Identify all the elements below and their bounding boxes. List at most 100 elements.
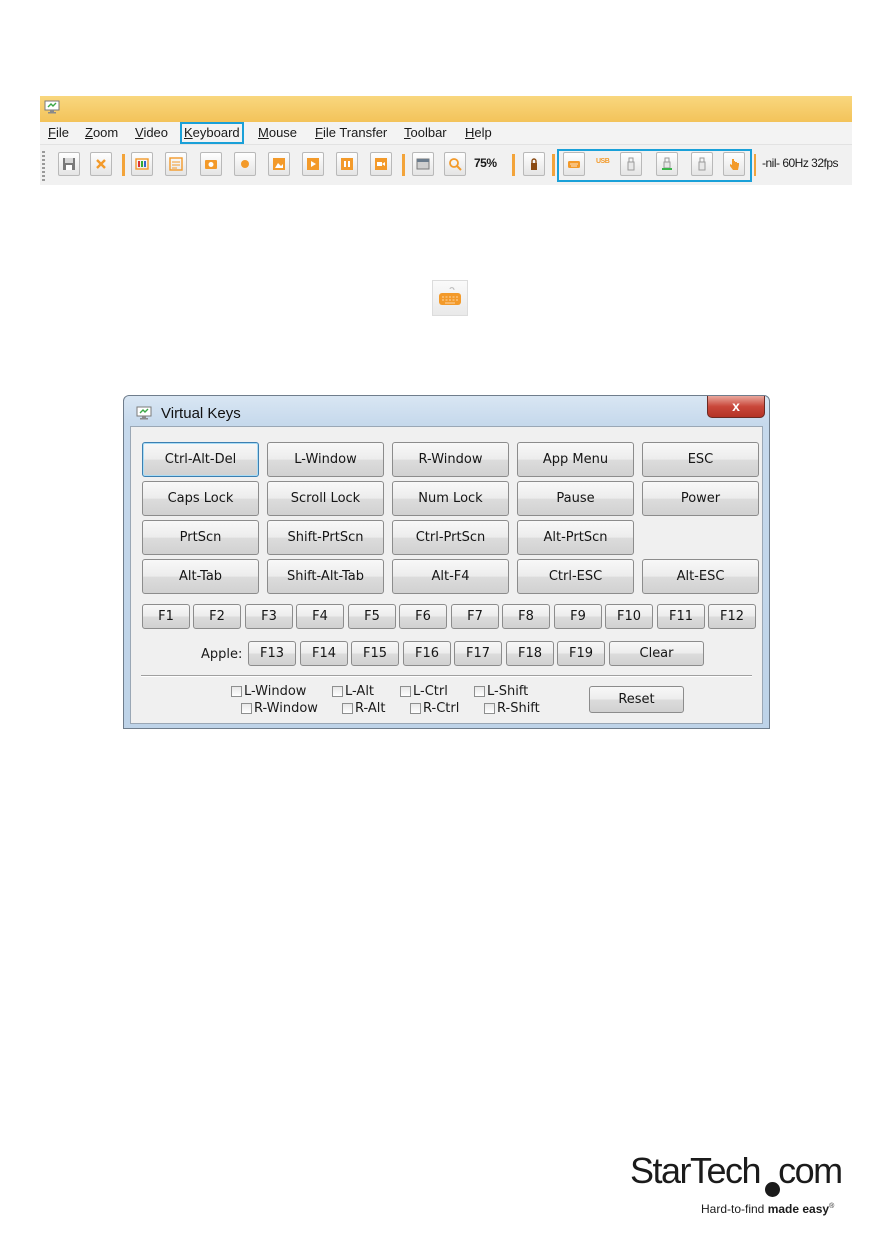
lock-icon xyxy=(531,158,537,170)
exit-toolbar-button[interactable] xyxy=(90,152,112,176)
key-alt-esc[interactable]: Alt-ESC xyxy=(642,559,759,594)
key-f4[interactable]: F4 xyxy=(296,604,344,629)
video-camera-icon xyxy=(375,158,387,170)
window-size-toolbar-button[interactable] xyxy=(412,152,434,176)
checkbox-r-window[interactable]: R-Window xyxy=(241,701,318,716)
checkbox-r-shift[interactable]: R-Shift xyxy=(484,701,540,716)
key-shift-prtscn[interactable]: Shift-PrtScn xyxy=(267,520,384,555)
window-icon xyxy=(416,158,430,170)
key-app-menu[interactable]: App Menu xyxy=(517,442,634,477)
checkbox-box[interactable] xyxy=(410,703,421,714)
camera-icon xyxy=(205,160,217,169)
lock-toolbar-button[interactable] xyxy=(523,152,545,176)
dialog-body: Ctrl-Alt-Del L-Window R-Window App Menu … xyxy=(130,426,763,724)
record-toolbar-button[interactable] xyxy=(234,152,256,176)
checkbox-l-shift[interactable]: L-Shift xyxy=(474,684,528,699)
key-f6[interactable]: F6 xyxy=(399,604,447,629)
toolbar-separator xyxy=(122,154,125,176)
menu-file[interactable]: File xyxy=(45,123,72,143)
key-alt-prtscn[interactable]: Alt-PrtScn xyxy=(517,520,634,555)
key-f2[interactable]: F2 xyxy=(193,604,241,629)
menu-bar: File Zoom Video Keyboard Mouse File Tran… xyxy=(40,122,852,144)
checkbox-box[interactable] xyxy=(342,703,353,714)
play-icon xyxy=(307,158,319,170)
divider xyxy=(141,675,752,677)
key-shift-alt-tab[interactable]: Shift-Alt-Tab xyxy=(267,559,384,594)
key-power[interactable]: Power xyxy=(642,481,759,516)
key-f3[interactable]: F3 xyxy=(245,604,293,629)
snapshot-toolbar-button[interactable] xyxy=(200,152,222,176)
key-pause[interactable]: Pause xyxy=(517,481,634,516)
video-record-toolbar-button[interactable] xyxy=(370,152,392,176)
menu-zoom[interactable]: Zoom xyxy=(82,123,121,143)
key-f9[interactable]: F9 xyxy=(554,604,602,629)
key-l-window[interactable]: L-Window xyxy=(267,442,384,477)
key-num-lock[interactable]: Num Lock xyxy=(392,481,509,516)
key-f8[interactable]: F8 xyxy=(502,604,550,629)
magnifier-icon xyxy=(449,158,462,171)
toolbar-highlight-box xyxy=(557,149,752,182)
key-ctrl-prtscn[interactable]: Ctrl-PrtScn xyxy=(392,520,509,555)
pause-toolbar-button[interactable] xyxy=(336,152,358,176)
key-clear[interactable]: Clear xyxy=(609,641,704,666)
checkbox-l-alt[interactable]: L-Alt xyxy=(332,684,374,699)
menu-video[interactable]: Video xyxy=(132,123,171,143)
key-f14[interactable]: F14 xyxy=(300,641,348,666)
key-r-window[interactable]: R-Window xyxy=(392,442,509,477)
key-f18[interactable]: F18 xyxy=(506,641,554,666)
menu-toolbar[interactable]: Toolbar xyxy=(401,123,450,143)
checkbox-box[interactable] xyxy=(241,703,252,714)
checkbox-box[interactable] xyxy=(484,703,495,714)
key-f19[interactable]: F19 xyxy=(557,641,605,666)
play-toolbar-button[interactable] xyxy=(302,152,324,176)
checkbox-box[interactable] xyxy=(400,686,411,697)
key-f13[interactable]: F13 xyxy=(248,641,296,666)
key-ctrl-alt-del[interactable]: Ctrl-Alt-Del xyxy=(142,442,259,477)
checkbox-box[interactable] xyxy=(231,686,242,697)
list-settings-icon xyxy=(169,157,183,171)
toolbar-separator xyxy=(402,154,405,176)
checkbox-r-ctrl[interactable]: R-Ctrl xyxy=(410,701,459,716)
key-prtscn[interactable]: PrtScn xyxy=(142,520,259,555)
key-f15[interactable]: F15 xyxy=(351,641,399,666)
key-f12[interactable]: F12 xyxy=(708,604,756,629)
checkbox-box[interactable] xyxy=(332,686,343,697)
key-caps-lock[interactable]: Caps Lock xyxy=(142,481,259,516)
virtual-keyboard-icon-button[interactable] xyxy=(432,280,468,316)
settings-list-toolbar-button[interactable] xyxy=(165,152,187,176)
key-f16[interactable]: F16 xyxy=(403,641,451,666)
close-button[interactable]: x xyxy=(707,396,765,418)
menu-file-transfer[interactable]: File Transfer xyxy=(312,123,390,143)
key-esc[interactable]: ESC xyxy=(642,442,759,477)
key-alt-tab[interactable]: Alt-Tab xyxy=(142,559,259,594)
checkbox-box[interactable] xyxy=(474,686,485,697)
checkbox-r-alt[interactable]: R-Alt xyxy=(342,701,386,716)
zoom-toolbar-button[interactable] xyxy=(444,152,466,176)
key-f7[interactable]: F7 xyxy=(451,604,499,629)
floppy-disk-icon xyxy=(63,158,75,170)
save-toolbar-button[interactable] xyxy=(58,152,80,176)
key-f5[interactable]: F5 xyxy=(348,604,396,629)
menu-mouse[interactable]: Mouse xyxy=(255,123,300,143)
toolbar-separator xyxy=(512,154,515,176)
menu-keyboard[interactable]: Keyboard xyxy=(180,122,244,144)
key-alt-f4[interactable]: Alt-F4 xyxy=(392,559,509,594)
key-f10[interactable]: F10 xyxy=(605,604,653,629)
menu-help[interactable]: Help xyxy=(462,123,495,143)
color-bars-toolbar-button[interactable] xyxy=(131,152,153,176)
color-bars-icon xyxy=(135,158,149,170)
virtual-keys-dialog: Virtual Keys x Ctrl-Alt-Del L-Window R-W… xyxy=(123,395,770,729)
key-f17[interactable]: F17 xyxy=(454,641,502,666)
key-ctrl-esc[interactable]: Ctrl-ESC xyxy=(517,559,634,594)
checkbox-l-window[interactable]: L-Window xyxy=(231,684,306,699)
picture-icon xyxy=(273,158,285,170)
toolbar-grip[interactable] xyxy=(42,151,45,181)
pause-icon xyxy=(341,158,353,170)
key-f11[interactable]: F11 xyxy=(657,604,705,629)
image-toolbar-button[interactable] xyxy=(268,152,290,176)
checkbox-l-ctrl[interactable]: L-Ctrl xyxy=(400,684,448,699)
key-f1[interactable]: F1 xyxy=(142,604,190,629)
reset-button[interactable]: Reset xyxy=(589,686,684,713)
app-title-bar xyxy=(40,96,852,122)
key-scroll-lock[interactable]: Scroll Lock xyxy=(267,481,384,516)
